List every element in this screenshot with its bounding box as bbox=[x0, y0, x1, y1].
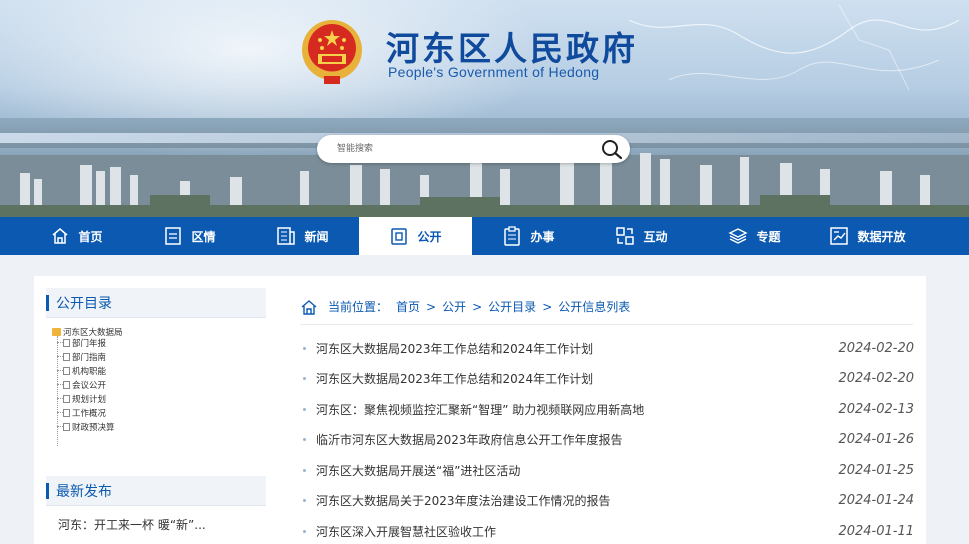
nav-label: 办事 bbox=[530, 229, 555, 244]
tree-item[interactable]: 规划计划 bbox=[57, 393, 107, 405]
tree-item[interactable]: 财政预决算 bbox=[57, 421, 115, 433]
article-date: 2024-01-24 bbox=[838, 493, 914, 509]
nav-item-open-data[interactable]: 数据开放 bbox=[811, 217, 924, 255]
article-link[interactable]: 临沂市河东区大数据局2023年政府信息公开工作年度报告 bbox=[300, 431, 623, 448]
breadcrumb-catalog[interactable]: 公开目录 bbox=[488, 298, 536, 315]
catalog-panel: 公开目录 河东区大数据局 部门年报 部门指南 机构职能 会议公开 规划计划 工作… bbox=[46, 288, 266, 459]
nav-label: 首页 bbox=[78, 229, 103, 244]
list-item: 河东区大数据局关于2023年度法治建设工作情况的报告 2024-01-24 bbox=[300, 486, 914, 517]
document-icon bbox=[63, 338, 70, 347]
open-icon bbox=[391, 228, 408, 245]
site-title: 河东区人民政府 bbox=[386, 29, 638, 68]
nav-label: 互动 bbox=[643, 229, 668, 244]
home-icon bbox=[301, 299, 317, 315]
latest-title: 最新发布 bbox=[56, 484, 112, 500]
list-item: 临沂市河东区大数据局2023年政府信息公开工作年度报告 2024-01-26 bbox=[300, 425, 914, 456]
site-subtitle: People's Government of Hedong bbox=[388, 64, 600, 80]
article-link[interactable]: 河东区大数据局开展送“福”进社区活动 bbox=[300, 462, 520, 479]
nav-item-open[interactable]: 公开 bbox=[359, 217, 472, 255]
catalog-tree: 河东区大数据局 部门年报 部门指南 机构职能 会议公开 规划计划 工作概况 财政… bbox=[46, 324, 266, 459]
tree-item[interactable]: 机构职能 bbox=[57, 365, 107, 377]
tree-item-label: 部门年报 bbox=[72, 338, 107, 349]
clipboard-icon bbox=[504, 226, 521, 246]
national-emblem-icon bbox=[302, 20, 362, 84]
list-item: 河东区深入开展智慧社区验收工作 2024-01-11 bbox=[300, 516, 914, 544]
catalog-title: 公开目录 bbox=[56, 296, 112, 312]
header-banner: 河东区人民政府 People's Government of Hedong bbox=[0, 0, 969, 217]
tree-item[interactable]: 工作概况 bbox=[57, 407, 107, 419]
document-icon bbox=[63, 394, 70, 403]
tree-item-label: 会议公开 bbox=[72, 380, 107, 391]
list-item: 河东区大数据局2023年工作总结和2024年工作计划 2024-02-20 bbox=[300, 364, 914, 395]
article-list: 河东区大数据局2023年工作总结和2024年工作计划 2024-02-20 河东… bbox=[300, 333, 914, 544]
latest-panel: 最新发布 河东：开工来一杯 暖“新”... bbox=[46, 476, 266, 533]
main-content: 公开目录 河东区大数据局 部门年报 部门指南 机构职能 会议公开 规划计划 工作… bbox=[34, 276, 926, 544]
map-outline-decoration bbox=[628, 4, 960, 91]
nav-item-news[interactable]: 新闻 bbox=[246, 217, 359, 255]
article-date: 2024-01-11 bbox=[838, 523, 914, 539]
document-icon bbox=[63, 380, 70, 389]
main-nav: 首页 区情 新闻 公开 办事 互动 专题 数据开放 bbox=[0, 217, 969, 255]
nav-label: 专题 bbox=[756, 229, 781, 244]
data-chart-icon bbox=[830, 227, 849, 245]
search-box bbox=[317, 135, 630, 163]
article-link[interactable]: 河东区大数据局2023年工作总结和2024年工作计划 bbox=[300, 370, 593, 387]
article-date: 2024-01-25 bbox=[838, 462, 914, 478]
nav-label: 数据开放 bbox=[857, 229, 906, 244]
list-item: 河东区大数据局2023年工作总结和2024年工作计划 2024-02-20 bbox=[300, 333, 914, 364]
tree-item[interactable]: 部门年报 bbox=[57, 337, 107, 349]
article-date: 2024-01-26 bbox=[838, 432, 914, 448]
list-item: 河东区大数据局开展送“福”进社区活动 2024-01-25 bbox=[300, 455, 914, 486]
breadcrumb: 当前位置： 首页 > 公开 > 公开目录 > 公开信息列表 bbox=[300, 298, 630, 315]
breadcrumb-current: 公开信息列表 bbox=[558, 300, 631, 314]
divider bbox=[300, 324, 913, 325]
nav-item-interaction[interactable]: 互动 bbox=[585, 217, 698, 255]
news-icon bbox=[277, 227, 296, 245]
tree-item-label: 财政预决算 bbox=[72, 422, 115, 433]
layers-icon bbox=[728, 228, 749, 244]
interact-icon bbox=[616, 227, 635, 245]
article-link[interactable]: 河东区大数据局2023年工作总结和2024年工作计划 bbox=[300, 340, 593, 357]
nav-item-district[interactable]: 区情 bbox=[133, 217, 246, 255]
nav-item-services[interactable]: 办事 bbox=[472, 217, 585, 255]
home-icon bbox=[52, 228, 68, 244]
search-icon[interactable] bbox=[600, 138, 624, 160]
breadcrumb-home[interactable]: 首页 bbox=[396, 298, 420, 315]
catalog-panel-header: 公开目录 bbox=[46, 288, 266, 318]
breadcrumb-separator: > bbox=[472, 299, 483, 314]
tree-item-label: 机构职能 bbox=[72, 366, 107, 377]
breadcrumb-label: 当前位置： bbox=[328, 300, 389, 314]
breadcrumb-separator: > bbox=[542, 299, 553, 314]
breadcrumb-open[interactable]: 公开 bbox=[442, 298, 466, 315]
nav-label: 新闻 bbox=[304, 229, 329, 244]
latest-item[interactable]: 河东：开工来一杯 暖“新”... bbox=[58, 516, 266, 533]
list-item: 河东区：聚焦视频监控汇聚新“智理” 助力视频联网应用新高地 2024-02-13 bbox=[300, 394, 914, 425]
tree-item[interactable]: 会议公开 bbox=[57, 379, 107, 391]
document-icon bbox=[165, 227, 182, 245]
breadcrumb-separator: > bbox=[426, 299, 437, 314]
article-date: 2024-02-20 bbox=[838, 371, 914, 387]
article-date: 2024-02-13 bbox=[838, 401, 914, 417]
folder-icon bbox=[52, 328, 61, 336]
article-link[interactable]: 河东区：聚焦视频监控汇聚新“智理” 助力视频联网应用新高地 bbox=[300, 401, 644, 418]
nav-label: 公开 bbox=[417, 229, 442, 244]
article-link[interactable]: 河东区大数据局关于2023年度法治建设工作情况的报告 bbox=[300, 492, 611, 509]
document-icon bbox=[63, 422, 70, 431]
article-date: 2024-02-20 bbox=[838, 340, 914, 356]
article-link[interactable]: 河东区深入开展智慧社区验收工作 bbox=[300, 523, 496, 540]
tree-item[interactable]: 部门指南 bbox=[57, 351, 107, 363]
nav-label: 区情 bbox=[191, 229, 216, 244]
search-input[interactable] bbox=[337, 140, 587, 158]
document-icon bbox=[63, 408, 70, 417]
document-icon bbox=[63, 352, 70, 361]
nav-item-topics[interactable]: 专题 bbox=[698, 217, 811, 255]
tree-item-label: 工作概况 bbox=[72, 408, 107, 419]
tree-item-label: 部门指南 bbox=[72, 352, 107, 363]
nav-item-home[interactable]: 首页 bbox=[0, 217, 133, 255]
tree-item-label: 规划计划 bbox=[72, 394, 107, 405]
document-icon bbox=[63, 366, 70, 375]
latest-panel-header: 最新发布 bbox=[46, 476, 266, 506]
